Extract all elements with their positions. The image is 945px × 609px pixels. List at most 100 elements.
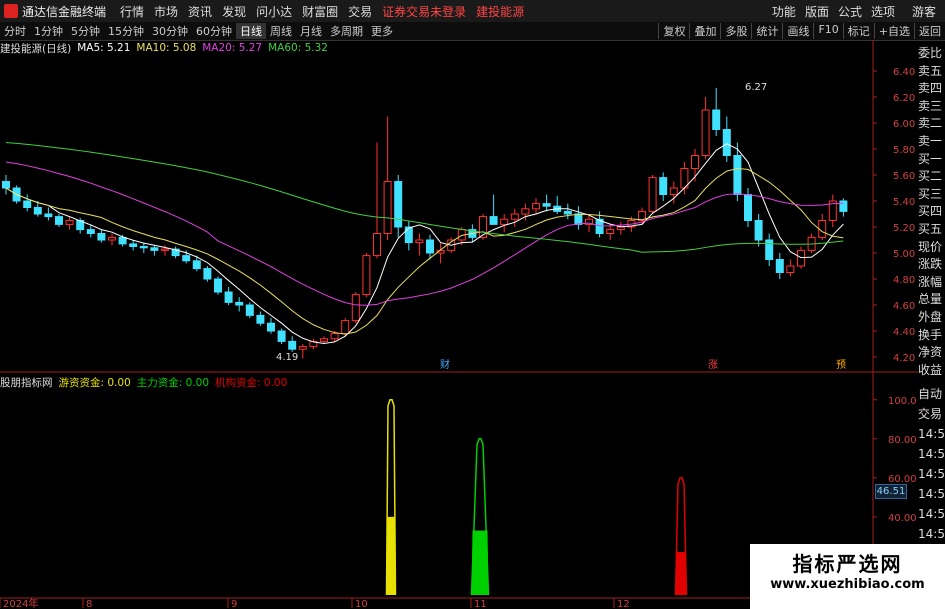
button-draw[interactable]: 画线 bbox=[782, 23, 813, 39]
quote-side-panel: 委比 卖五 卖四 卖三 卖二 卖一 买一 买二 买三 买四 买五 现价 涨跌 涨幅 总量 外盘 换手 净资 收益 bbox=[918, 45, 945, 379]
candle-body bbox=[351, 294, 360, 322]
candle-body bbox=[415, 239, 424, 244]
guest-label[interactable]: 游客 bbox=[912, 3, 936, 20]
trade-panel-item[interactable]: 14:56 bbox=[918, 424, 945, 444]
trade-panel-item[interactable]: 自动 bbox=[918, 384, 945, 404]
indicator-f2: 主力资金: 0.00 bbox=[136, 376, 210, 389]
menu-item-trade[interactable]: 交易 bbox=[348, 3, 372, 20]
tab-weekly[interactable]: 周线 bbox=[266, 23, 296, 39]
side-panel-item[interactable]: 买三 bbox=[918, 186, 945, 204]
button-back[interactable]: 返回 bbox=[914, 23, 945, 39]
button-overlay[interactable]: 叠加 bbox=[689, 23, 720, 39]
menu-item-formula[interactable]: 公式 bbox=[838, 3, 862, 20]
side-panel-item[interactable]: 卖五 bbox=[918, 63, 945, 81]
button-f10[interactable]: F10 bbox=[813, 23, 842, 39]
candle-body bbox=[616, 226, 625, 231]
side-panel-item[interactable]: 总量 bbox=[918, 291, 945, 309]
trade-panel-item[interactable]: 14:56 bbox=[918, 464, 945, 484]
tab-15min[interactable]: 15分钟 bbox=[104, 23, 148, 39]
side-panel-item[interactable]: 涨跌 bbox=[918, 256, 945, 274]
candle-body bbox=[245, 304, 254, 316]
candle-body bbox=[394, 181, 403, 228]
side-panel-item[interactable]: 卖三 bbox=[918, 98, 945, 116]
side-panel-item[interactable]: 买四 bbox=[918, 203, 945, 221]
side-panel-item[interactable]: 买五 bbox=[918, 221, 945, 239]
trade-panel-item[interactable]: 交易 bbox=[918, 404, 945, 424]
tab-1min[interactable]: 1分钟 bbox=[30, 23, 67, 39]
candle-body bbox=[807, 236, 816, 251]
menu-item-market[interactable]: 市场 bbox=[154, 3, 178, 20]
candle-body bbox=[489, 216, 498, 225]
candle-body bbox=[2, 181, 10, 189]
menu-item-function[interactable]: 功能 bbox=[772, 3, 796, 20]
side-panel-item[interactable]: 外盘 bbox=[918, 309, 945, 327]
tab-5min[interactable]: 5分钟 bbox=[67, 23, 104, 39]
menu-item-options[interactable]: 选项 bbox=[871, 3, 895, 20]
side-panel-item[interactable]: 收益 bbox=[918, 362, 945, 380]
event-marker-finance: 财 bbox=[440, 358, 450, 371]
menu-item-ask[interactable]: 问小达 bbox=[256, 3, 292, 20]
date-tick-label: 8 bbox=[86, 599, 92, 609]
candle-body bbox=[214, 278, 222, 293]
button-stats[interactable]: 统计 bbox=[751, 23, 782, 39]
candle-body bbox=[23, 200, 32, 208]
menu-item-news[interactable]: 资讯 bbox=[188, 3, 212, 20]
date-tick-label: 12 bbox=[617, 599, 630, 609]
side-panel-item[interactable]: 委比 bbox=[918, 45, 945, 63]
indicator-legend: 股朋指标网 游资资金: 0.00 主力资金: 0.00 机构资金: 0.00 bbox=[0, 375, 293, 389]
date-tick-label: 2024年 bbox=[3, 597, 38, 609]
tab-multi-period[interactable]: 多周期 bbox=[326, 23, 367, 39]
tab-more[interactable]: 更多 bbox=[367, 23, 397, 39]
candlestick-chart[interactable]: 6.40 6.20 6.00 5.80 5.60 5.40 5.20 5.00 4.80 4.60… bbox=[0, 0, 945, 609]
trade-panel-item[interactable]: 14:56 bbox=[918, 524, 945, 544]
candle-body bbox=[786, 265, 795, 273]
side-panel-item[interactable]: 买一 bbox=[918, 151, 945, 169]
price-tick-label: 4.20 bbox=[893, 353, 915, 364]
event-marker-forecast: 预 bbox=[836, 359, 846, 371]
candle-body bbox=[192, 260, 201, 270]
tab-monthly[interactable]: 月线 bbox=[296, 23, 326, 39]
button-multi-stock[interactable]: 多股 bbox=[720, 23, 751, 39]
menu-item-wealth[interactable]: 财富圈 bbox=[302, 3, 338, 20]
candle-body bbox=[447, 239, 456, 251]
candle-body bbox=[235, 301, 244, 306]
price-tick-label: 4.40 bbox=[893, 327, 915, 338]
button-mark[interactable]: 标记 bbox=[842, 23, 874, 39]
tab-daily[interactable]: 日线 bbox=[236, 23, 266, 39]
button-adjust[interactable]: 复权 bbox=[658, 23, 689, 39]
trade-panel-item[interactable]: 14:56 bbox=[918, 484, 945, 504]
trade-panel-item[interactable]: 14:56 bbox=[918, 444, 945, 464]
side-panel-item[interactable]: 卖一 bbox=[918, 133, 945, 151]
candle-body bbox=[595, 218, 604, 234]
candle-body bbox=[404, 226, 413, 244]
menu-item-discover[interactable]: 发现 bbox=[222, 3, 246, 20]
indicator-spike-outline bbox=[385, 399, 397, 596]
candle-body bbox=[171, 248, 180, 257]
stock-name: 建投能源 bbox=[476, 4, 525, 19]
indicator-spike-fill bbox=[675, 552, 687, 595]
price-tick-label: 5.80 bbox=[893, 145, 915, 156]
trade-panel-item[interactable]: 14:56 bbox=[918, 504, 945, 524]
price-tick-label: 5.00 bbox=[893, 249, 915, 260]
candle-body bbox=[288, 340, 297, 350]
candle-body bbox=[542, 203, 551, 207]
candle-body bbox=[722, 129, 731, 156]
candle-body bbox=[754, 220, 763, 241]
menu-item-layout[interactable]: 版面 bbox=[805, 3, 829, 20]
candle-body bbox=[383, 181, 392, 234]
side-panel-item[interactable]: 涨幅 bbox=[918, 274, 945, 292]
side-panel-item[interactable]: 净资 bbox=[918, 344, 945, 362]
tab-30min[interactable]: 30分钟 bbox=[148, 23, 192, 39]
tab-intraday[interactable]: 分时 bbox=[0, 23, 30, 39]
side-panel-item[interactable]: 买二 bbox=[918, 168, 945, 186]
side-panel-item[interactable]: 现价 bbox=[918, 239, 945, 257]
side-panel-item[interactable]: 卖四 bbox=[918, 80, 945, 98]
tab-60min[interactable]: 60分钟 bbox=[192, 23, 236, 39]
menu-item-quotes[interactable]: 行情 bbox=[120, 3, 144, 20]
ma5-line bbox=[5, 143, 844, 344]
side-panel-item[interactable]: 换手 bbox=[918, 327, 945, 345]
side-panel-item[interactable]: 卖二 bbox=[918, 115, 945, 133]
trade-login-notice[interactable]: 证券交易未登录 bbox=[382, 3, 466, 20]
ma5-value: MA5: 5.21 bbox=[77, 42, 131, 54]
button-add-watchlist[interactable]: +自选 bbox=[873, 23, 914, 39]
